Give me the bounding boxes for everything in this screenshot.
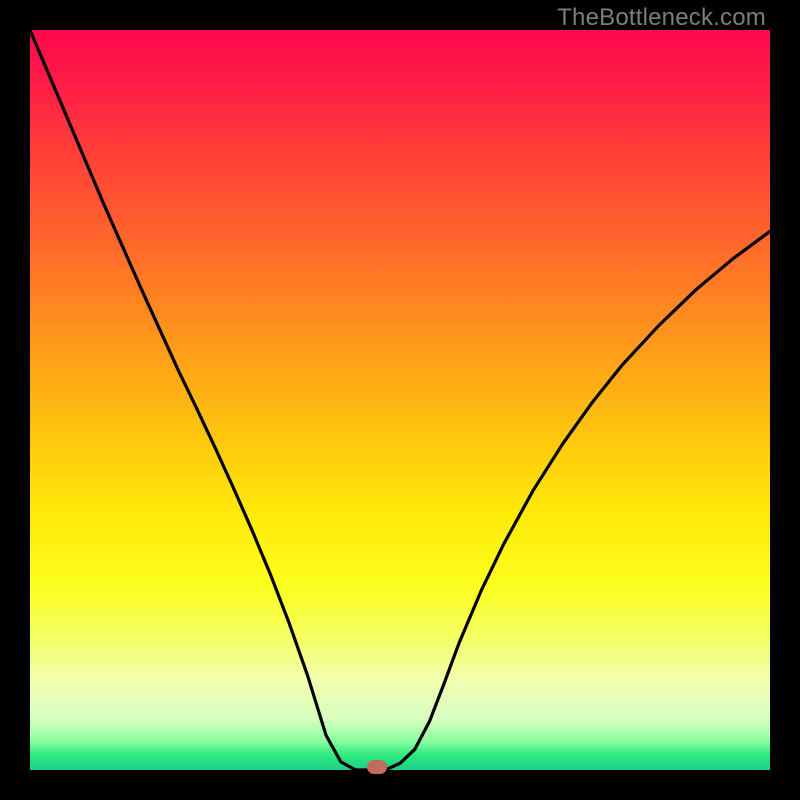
curve-layer	[30, 30, 770, 770]
plot-area	[30, 30, 770, 770]
watermark-text: TheBottleneck.com	[557, 4, 766, 32]
optimal-marker	[367, 760, 387, 774]
chart-frame: TheBottleneck.com	[0, 0, 800, 800]
bottleneck-curve	[30, 30, 770, 770]
